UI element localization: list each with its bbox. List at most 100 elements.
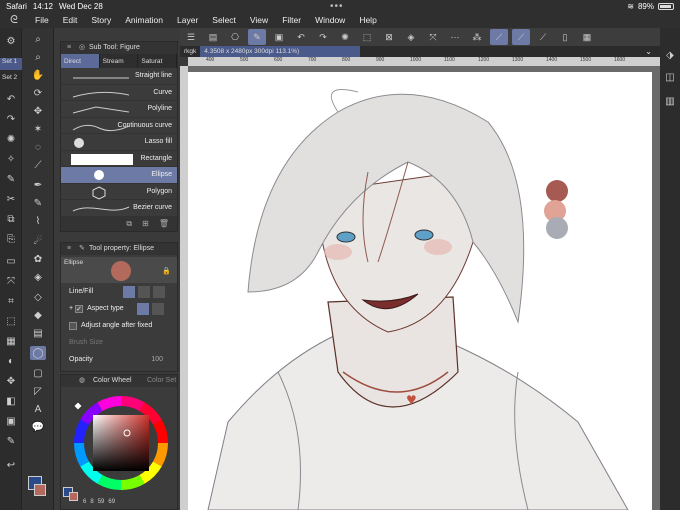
adjust-angle-checkbox[interactable]	[69, 321, 77, 330]
copy-icon[interactable]: ⧉	[3, 212, 19, 226]
menu-story[interactable]: Story	[84, 15, 118, 25]
grid-icon[interactable]: ▦	[3, 334, 19, 348]
pen-tool-icon[interactable]: ✒	[30, 178, 46, 192]
lock-icon[interactable]: 🔒	[162, 267, 171, 275]
palette-swatch-dark-red[interactable]	[546, 180, 568, 202]
new-subtool-icon[interactable]: ⊞	[142, 219, 149, 228]
subtool-polyline[interactable]: Polyline	[61, 101, 177, 118]
zoom-icon[interactable]: ⌕	[30, 32, 46, 46]
snap-icon[interactable]: ⋯	[446, 29, 464, 45]
crop-icon[interactable]: ⌗	[3, 294, 19, 308]
menu-icon[interactable]: ☰	[182, 29, 200, 45]
canvas-tab-info[interactable]: 4.3508 x 2480px 300dpi 113.1%)	[200, 46, 361, 57]
wheel-sub-swatch[interactable]	[69, 492, 78, 501]
bucket-icon[interactable]: ◆	[30, 308, 46, 322]
sparkle-icon[interactable]: ✧	[3, 152, 19, 166]
pencil-icon[interactable]: ✎	[30, 196, 46, 210]
menu-view[interactable]: View	[243, 15, 275, 25]
invert-icon[interactable]: ◐	[3, 354, 19, 368]
draw-icon[interactable]: ✎	[248, 29, 266, 45]
drawing-canvas[interactable]: ♥	[188, 72, 652, 510]
gradient-icon[interactable]: ▤	[30, 326, 46, 340]
menu-layer[interactable]: Layer	[170, 15, 205, 25]
eyedropper-icon[interactable]: ⟋	[30, 158, 46, 172]
tab-stream[interactable]: Stream	[100, 54, 139, 68]
ruler-snap-icon[interactable]: ⟋	[490, 29, 508, 45]
blend-icon[interactable]: ◈	[30, 270, 46, 284]
app-logo-icon[interactable]: ᘓ	[0, 14, 28, 27]
menu-edit[interactable]: Edit	[56, 15, 85, 25]
layer-icon[interactable]: ◧	[3, 394, 19, 408]
snap-2-icon[interactable]: ⁂	[468, 29, 486, 45]
brush-icon[interactable]: ⌇	[30, 214, 46, 228]
subtool-straight-line[interactable]: Straight line	[61, 68, 177, 85]
drag-handle-icon[interactable]: ≡	[67, 42, 71, 54]
fill-icon[interactable]: ▣	[3, 414, 19, 428]
subtool-lasso-fill[interactable]: Lasso fill	[61, 134, 177, 151]
deselect-icon[interactable]: ⬚	[358, 29, 376, 45]
pen-icon[interactable]: ✎	[3, 172, 19, 186]
linefill-mode-icon[interactable]	[153, 285, 165, 298]
undo-icon[interactable]: ↶	[3, 92, 19, 106]
lasso-icon[interactable]: ◌	[30, 140, 46, 154]
menu-help[interactable]: Help	[352, 15, 383, 25]
frame-border-icon[interactable]: ▢	[30, 366, 46, 380]
fill-toolbar-icon[interactable]: ◈	[402, 29, 420, 45]
cut-icon[interactable]: ✂	[3, 192, 19, 206]
wand-icon[interactable]: ✶	[30, 122, 46, 136]
hand-icon[interactable]: ✋	[30, 68, 46, 82]
tab-saturat[interactable]: Saturat	[138, 54, 178, 68]
grid-toolbar-icon[interactable]: ▦	[578, 29, 596, 45]
exit-icon[interactable]: ↩	[3, 458, 19, 472]
spin-icon[interactable]: ✺	[3, 132, 19, 146]
menu-filter[interactable]: Filter	[275, 15, 308, 25]
subtool-curve[interactable]: Curve	[61, 85, 177, 101]
subtool-polygon[interactable]: Polygon	[61, 184, 177, 200]
subtool-rectangle[interactable]: Rectangle	[61, 151, 177, 167]
more-dots-icon[interactable]: •••	[330, 1, 344, 12]
perspective-icon[interactable]: ⟋	[534, 29, 552, 45]
airbrush-icon[interactable]: ☄	[30, 234, 46, 248]
line-mode-icon[interactable]	[123, 285, 135, 298]
clear-icon[interactable]: ⊠	[380, 29, 398, 45]
set-1-tab[interactable]: Set 1	[0, 58, 22, 70]
sub-color-swatch[interactable]	[34, 484, 46, 496]
device-icon[interactable]: ▯	[556, 29, 574, 45]
settings-icon[interactable]: ⚙	[3, 34, 19, 48]
drag-handle-icon[interactable]: ≡	[67, 243, 71, 255]
tab-direct[interactable]: Direct	[61, 54, 100, 68]
save-icon[interactable]: ▣	[270, 29, 288, 45]
menu-window[interactable]: Window	[308, 15, 352, 25]
rotate-icon[interactable]: ⟳	[30, 86, 46, 100]
special-ruler-icon[interactable]: ⟋	[512, 29, 530, 45]
opacity-value[interactable]: 100	[151, 356, 163, 363]
figure-tool-icon[interactable]: ◯	[30, 346, 46, 360]
menu-file[interactable]: File	[28, 15, 56, 25]
redo-icon[interactable]: ↷	[3, 112, 19, 126]
menu-animation[interactable]: Animation	[118, 15, 170, 25]
frame-icon[interactable]: ▭	[3, 254, 19, 268]
move-icon[interactable]: ✥	[3, 374, 19, 388]
navigator-icon[interactable]: ⬗	[662, 48, 678, 62]
color-wheel-tab[interactable]: Color Wheel	[93, 375, 132, 387]
hue-handle[interactable]	[73, 401, 83, 411]
text-icon[interactable]: A	[30, 402, 46, 416]
canvas-tab-name[interactable]: rkgk	[180, 46, 200, 57]
copy-subtool-icon[interactable]: ⧉	[126, 219, 132, 229]
balloon-icon[interactable]: 💬	[30, 420, 46, 434]
subtool-bezier-curve[interactable]: Bezier curve	[61, 200, 177, 217]
transform-icon[interactable]: ⤧	[3, 274, 19, 288]
collapse-icon[interactable]: ⌄	[645, 47, 652, 56]
decoration-icon[interactable]: ✿	[30, 252, 46, 266]
aspect-option-2-icon[interactable]	[152, 302, 164, 315]
layers-icon[interactable]: ◫	[662, 70, 678, 84]
set-2-tab[interactable]: Set 2	[0, 74, 22, 86]
selection-icon[interactable]: ⬚	[3, 314, 19, 328]
search-icon[interactable]: ⌕	[30, 50, 46, 64]
redo-toolbar-icon[interactable]: ↷	[314, 29, 332, 45]
undo-toolbar-icon[interactable]: ↶	[292, 29, 310, 45]
ruler-icon[interactable]: ◸	[30, 384, 46, 398]
materials-icon[interactable]: ▥	[662, 94, 678, 108]
sparkle-toolbar-icon[interactable]: ✺	[336, 29, 354, 45]
color-set-tab[interactable]: Color Set	[147, 375, 176, 387]
